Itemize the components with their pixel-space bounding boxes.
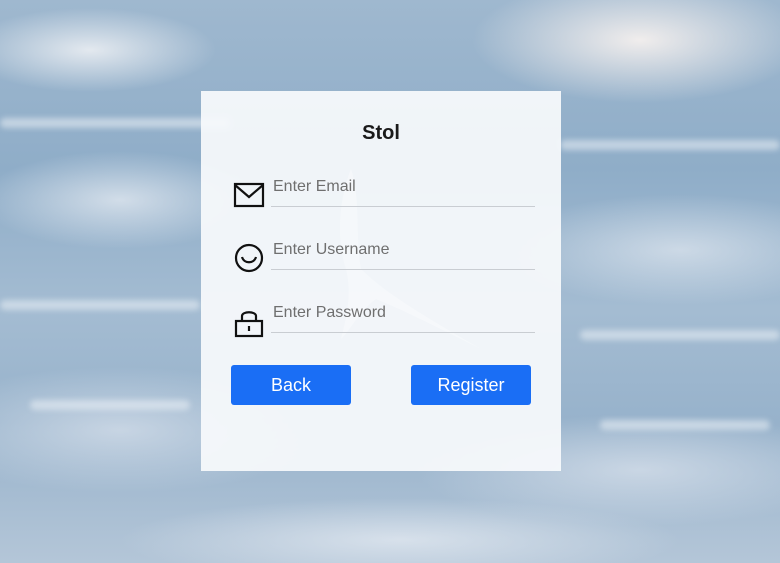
cloud-streak xyxy=(600,420,770,430)
email-field xyxy=(231,175,535,215)
username-input[interactable] xyxy=(271,238,535,262)
cloud-streak xyxy=(560,140,780,150)
cloud-streak xyxy=(580,330,780,340)
email-underline xyxy=(271,206,535,207)
cloud-streak xyxy=(30,400,190,410)
register-card: Stol Back Register xyxy=(201,91,561,471)
cloud-streak xyxy=(0,300,200,310)
mail-icon xyxy=(233,182,265,208)
password-underline xyxy=(271,332,535,333)
lock-icon xyxy=(234,311,264,338)
username-field xyxy=(231,238,535,278)
back-button[interactable]: Back xyxy=(231,365,351,405)
register-button[interactable]: Register xyxy=(411,365,531,405)
smile-icon xyxy=(234,243,264,273)
password-input[interactable] xyxy=(271,301,535,325)
cloud-streak xyxy=(0,118,230,128)
page-title: Stol xyxy=(362,122,400,144)
username-underline xyxy=(271,269,535,270)
email-input[interactable] xyxy=(271,175,535,199)
password-field xyxy=(231,301,535,341)
